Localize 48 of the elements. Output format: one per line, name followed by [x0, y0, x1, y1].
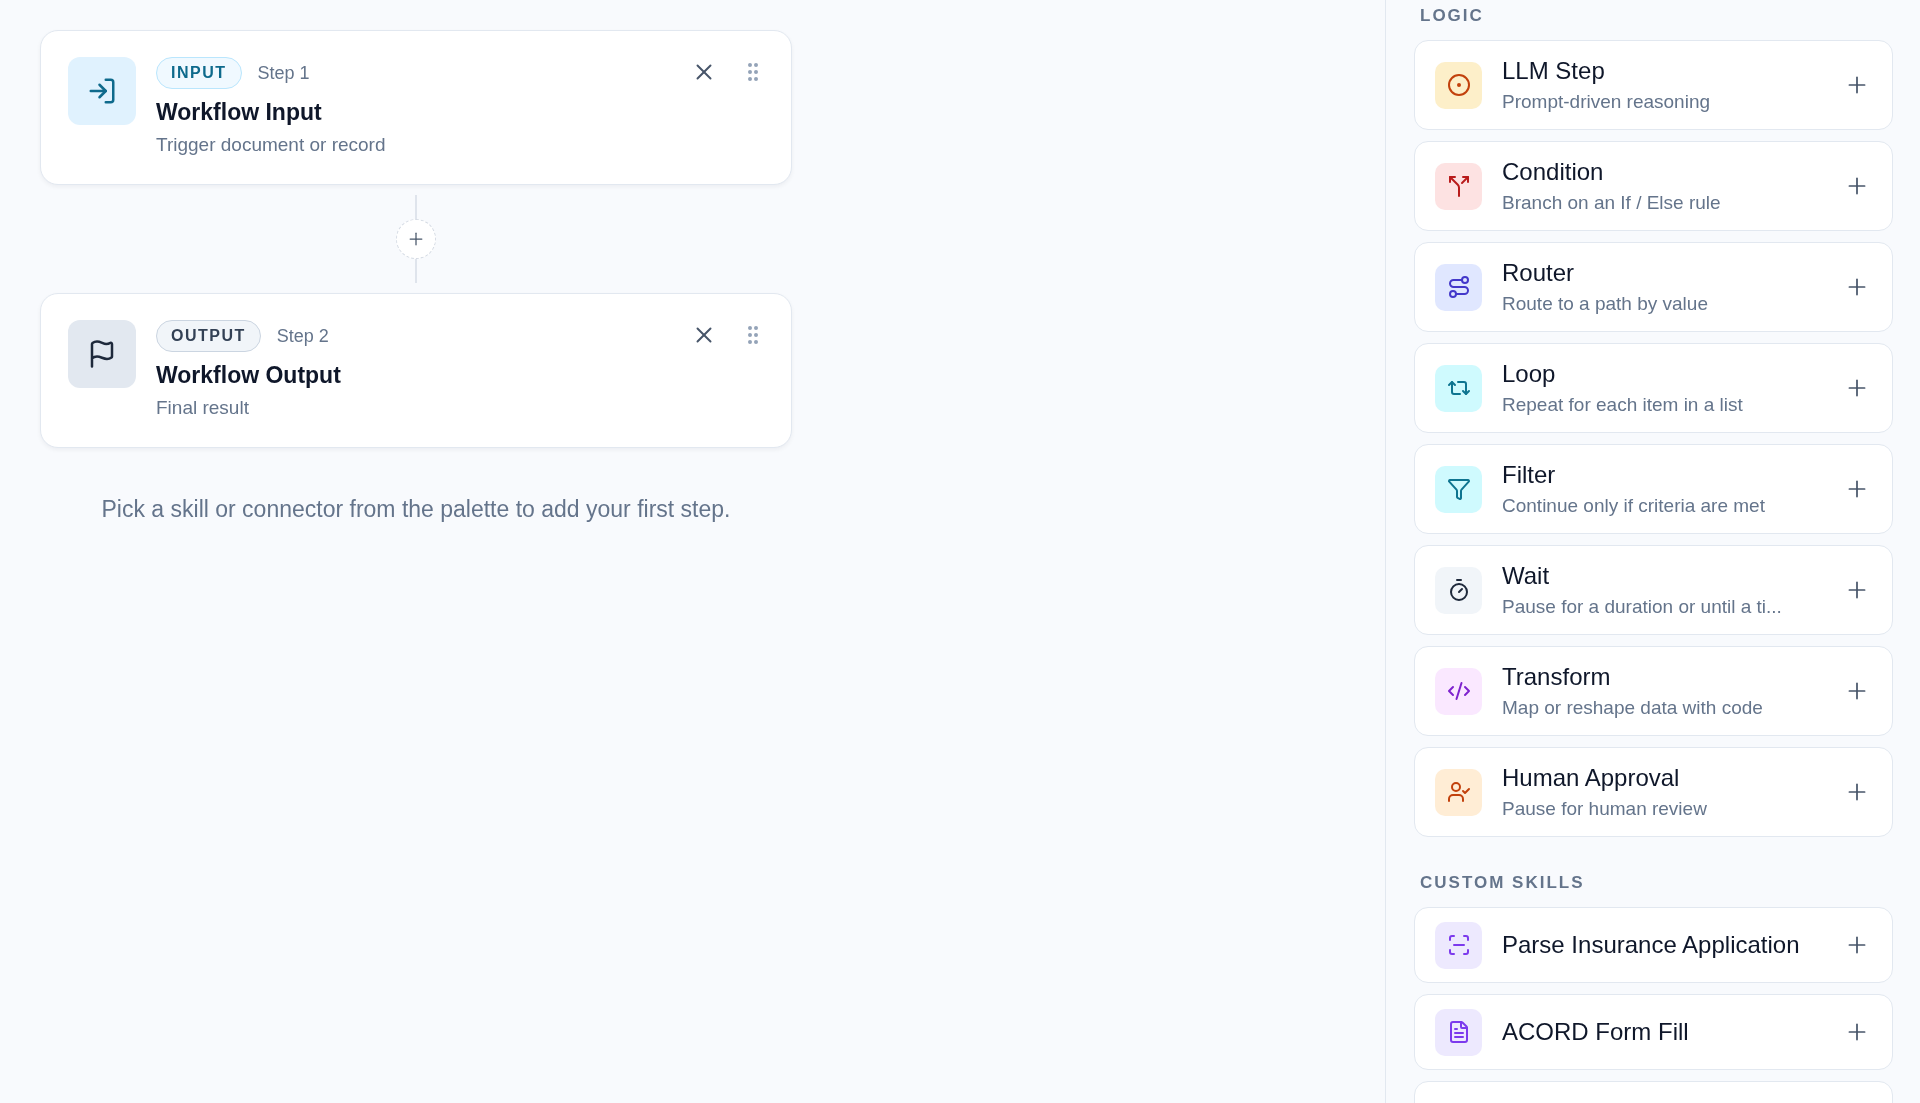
split-arrow-icon: [1446, 174, 1471, 198]
palette-item[interactable]: Loop Repeat for each item in a list: [1414, 343, 1893, 433]
item-description: Pause for human review: [1502, 798, 1708, 820]
target-icon: [1446, 73, 1471, 97]
item-title: Parse Insurance Application: [1502, 931, 1801, 959]
palette-item[interactable]: Router Route to a path by value: [1414, 242, 1893, 332]
item-title: Router: [1502, 259, 1576, 287]
item-title: Filter: [1502, 461, 1557, 489]
palette-item[interactable]: Transform Map or reshape data with code: [1414, 646, 1893, 736]
step-type-badge: OUTPUT: [156, 320, 261, 352]
item-title: ACORD Form Fill: [1502, 1018, 1690, 1046]
filter-icon: [1446, 477, 1471, 501]
item-description: Prompt-driven reasoning: [1502, 91, 1712, 113]
palette-item[interactable]: Filter Continue only if criteria are met: [1414, 444, 1893, 534]
route-icon: [1446, 275, 1471, 299]
item-description: Pause for a duration or until a ti...: [1502, 596, 1783, 618]
palette-item[interactable]: LLM Step Prompt-driven reasoning: [1414, 40, 1893, 130]
item-description: Route to a path by value: [1502, 293, 1709, 315]
code-icon: [1446, 679, 1471, 703]
step-type-badge: INPUT: [156, 57, 242, 89]
palette-item[interactable]: Parse Insurance Application: [1414, 907, 1893, 983]
item-title: Condition: [1502, 158, 1605, 186]
palette-item[interactable]: Human Approval Pause for human review: [1414, 747, 1893, 837]
step-number: Step 2: [276, 325, 329, 347]
item-title: Transform: [1502, 663, 1612, 691]
step-number: Step 1: [257, 62, 310, 84]
step-description: Final result: [156, 397, 250, 419]
item-description: Branch on an If / Else rule: [1502, 192, 1722, 214]
item-title: Wait: [1502, 562, 1551, 590]
add-step-button[interactable]: [396, 219, 436, 259]
enter-icon: [87, 76, 117, 106]
step-title: Workflow Input: [156, 99, 323, 126]
step-description: Trigger document or record: [156, 134, 387, 156]
scan-icon: [1446, 933, 1471, 957]
section-heading: CUSTOM SKILLS: [1420, 873, 1586, 893]
item-description: Map or reshape data with code: [1502, 697, 1764, 719]
user-check-icon: [1446, 780, 1471, 804]
palette-item[interactable]: ACORD Form Fill: [1414, 994, 1893, 1070]
step-title: Workflow Output: [156, 362, 342, 389]
section-heading: LOGIC: [1420, 6, 1485, 26]
item-description: Repeat for each item in a list: [1502, 394, 1744, 416]
palette-item[interactable]: Condition Branch on an If / Else rule: [1414, 141, 1893, 231]
empty-hint: Pick a skill or connector from the palette to add your first step.: [101, 496, 731, 523]
item-title: Human Approval: [1502, 764, 1681, 792]
item-title: Loop: [1502, 360, 1557, 388]
item-title: LLM Step: [1502, 57, 1606, 85]
palette-item[interactable]: Wait Pause for a duration or until a ti...: [1414, 545, 1893, 635]
item-description: Continue only if criteria are met: [1502, 495, 1766, 517]
